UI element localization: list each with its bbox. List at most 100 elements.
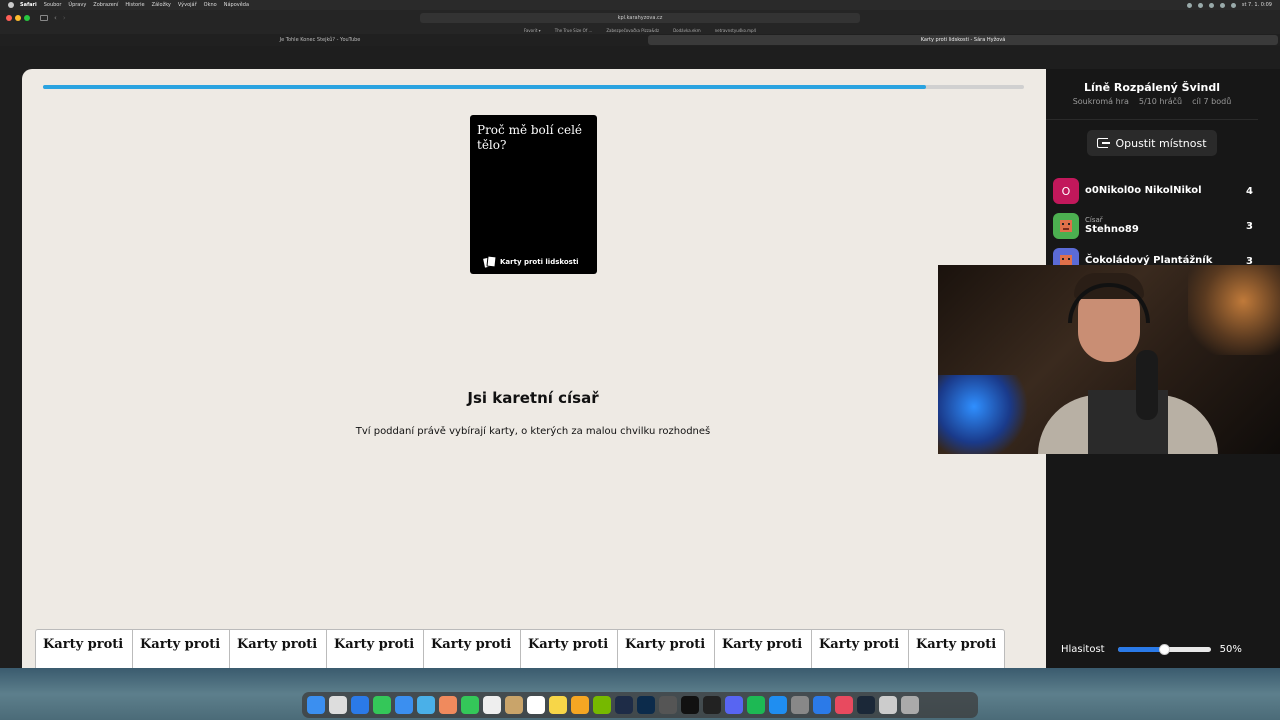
maps-icon[interactable] (417, 696, 435, 714)
clock[interactable]: st 7. 1. 0:09 (1242, 2, 1272, 8)
status-icon[interactable] (1186, 2, 1192, 8)
player-score: 3 (1246, 220, 1253, 232)
app-store-icon[interactable] (769, 696, 787, 714)
back-icon[interactable]: ‹ (54, 14, 57, 22)
player-role: Císař (1085, 216, 1103, 224)
webcam-blue-light (938, 375, 1028, 454)
menu-item-view[interactable]: Zobrazení (93, 2, 118, 8)
github-icon[interactable] (659, 696, 677, 714)
player-info: o0Nikol0o NikolNikol (1085, 185, 1241, 197)
leave-room-button[interactable]: Opustit místnost (1087, 130, 1217, 156)
favorite-item[interactable]: The True Size Of ... (555, 28, 593, 33)
documents-icon[interactable] (879, 696, 897, 714)
player-avatar: O (1053, 178, 1079, 204)
apple-tv-icon[interactable] (681, 696, 699, 714)
menu-item-file[interactable]: Soubor (44, 2, 62, 8)
white-card[interactable]: Karty proti (423, 629, 520, 668)
safari-icon[interactable] (351, 696, 369, 714)
white-card[interactable]: Karty proti (908, 629, 1005, 668)
apple-icon[interactable] (8, 2, 14, 8)
cards-logo-icon (481, 255, 497, 269)
player-name: o0Nikol0o NikolNikol (1085, 185, 1202, 196)
white-card[interactable]: Karty proti (326, 629, 423, 668)
menu-item-safari[interactable]: Safari (20, 2, 37, 8)
sidebar-toggle-icon[interactable] (40, 15, 48, 21)
webcam-overlay (938, 265, 1280, 454)
players-count: 5/10 hráčů (1138, 97, 1183, 106)
volume-value: 50% (1219, 644, 1242, 655)
photos-icon[interactable] (439, 696, 457, 714)
white-card[interactable]: Karty proti (714, 629, 811, 668)
favorite-item[interactable]: Zabezpečovačka Pizza&dz (606, 28, 659, 33)
lightroom-icon[interactable] (615, 696, 633, 714)
steam-icon[interactable] (857, 696, 875, 714)
menu-item-help[interactable]: Nápověda (224, 2, 249, 8)
menu-item-history[interactable]: Historie (125, 2, 144, 8)
tab-youtube[interactable]: Je Tohle Konec Stejků? - YouTube (5, 35, 635, 45)
menu-item-develop[interactable]: Vývojář (178, 2, 197, 8)
player-name: Stehno89 (1085, 224, 1139, 235)
trash-icon[interactable] (901, 696, 919, 714)
webcam-microphone (1136, 350, 1158, 420)
menu-item-bookmarks[interactable]: Záložky (152, 2, 171, 8)
photoshop-icon[interactable] (637, 696, 655, 714)
favorite-item[interactable]: Favorit ▾ (524, 28, 541, 33)
reminders-icon[interactable] (527, 696, 545, 714)
white-card[interactable]: Karty proti (520, 629, 617, 668)
finder-icon[interactable] (307, 696, 325, 714)
czar-subtitle: Tví poddaní právě vybírají karty, o kter… (355, 426, 711, 437)
player-row: O o0Nikol0o NikolNikol 4 (1053, 177, 1253, 205)
divider (1046, 119, 1258, 120)
volume-slider[interactable] (1117, 644, 1211, 655)
minimize-window-icon[interactable] (15, 15, 21, 21)
obs-icon[interactable] (703, 696, 721, 714)
menu-item-edit[interactable]: Úpravy (68, 2, 86, 8)
browser-icon[interactable] (835, 696, 853, 714)
browser-toolbar: ‹ › kpl.karahyzova.cz (0, 10, 1280, 26)
white-card[interactable]: Karty proti (811, 629, 908, 668)
system-settings-icon[interactable] (791, 696, 809, 714)
black-question-card: Proč mě bolí celé tělo? Karty proti lids… (470, 115, 597, 274)
spotify-icon[interactable] (747, 696, 765, 714)
forward-icon[interactable]: › (63, 14, 66, 22)
white-card[interactable]: Karty proti (35, 629, 132, 668)
dock (302, 692, 978, 718)
volume-label: Hlasitost (1061, 644, 1105, 655)
address-bar[interactable]: kpl.karahyzova.cz (420, 13, 860, 23)
volume-control: Hlasitost 50% (1061, 644, 1246, 655)
white-card[interactable]: Karty proti (617, 629, 714, 668)
status-icon[interactable] (1208, 2, 1214, 8)
question-text: Proč mě bolí celé tělo? (477, 123, 583, 152)
player-score: 4 (1246, 185, 1253, 197)
menu-item-window[interactable]: Okno (204, 2, 217, 8)
favorites-bar: Favorit ▾ The True Size Of ... Zabezpečo… (0, 26, 1280, 34)
round-progress-bar (43, 85, 1024, 89)
pages-icon[interactable] (571, 696, 589, 714)
calendar-icon[interactable] (483, 696, 501, 714)
tab-cah-game[interactable]: Karty proti lidskosti - Sára Hyžová (648, 35, 1278, 45)
status-icon[interactable] (1197, 2, 1203, 8)
facetime-icon[interactable] (461, 696, 479, 714)
wifi-icon[interactable] (1219, 2, 1225, 8)
player-avatar (1053, 213, 1079, 239)
messages-icon[interactable] (373, 696, 391, 714)
launchpad-icon[interactable] (329, 696, 347, 714)
white-card[interactable]: Karty proti (229, 629, 326, 668)
nvidia-icon[interactable] (593, 696, 611, 714)
white-card[interactable]: Karty proti (132, 629, 229, 668)
leave-label: Opustit místnost (1115, 136, 1207, 150)
notes-icon[interactable] (549, 696, 567, 714)
discord-icon[interactable] (725, 696, 743, 714)
volume-knob[interactable] (1159, 644, 1171, 655)
contacts-icon[interactable] (505, 696, 523, 714)
hand-cards: Karty proti Karty proti Karty proti Kart… (35, 629, 1005, 668)
volume-fill (1117, 647, 1165, 652)
game-area: Proč mě bolí celé tělo? Karty proti lids… (22, 69, 1046, 668)
mail-icon[interactable] (395, 696, 413, 714)
close-window-icon[interactable] (6, 15, 12, 21)
favorite-item[interactable]: Dodávka.ekm (673, 28, 701, 33)
zoom-window-icon[interactable] (24, 15, 30, 21)
battery-icon[interactable] (1230, 2, 1236, 8)
downloads-icon[interactable] (813, 696, 831, 714)
favorite-item[interactable]: netravnstyu4ko.mp4 (715, 28, 756, 33)
